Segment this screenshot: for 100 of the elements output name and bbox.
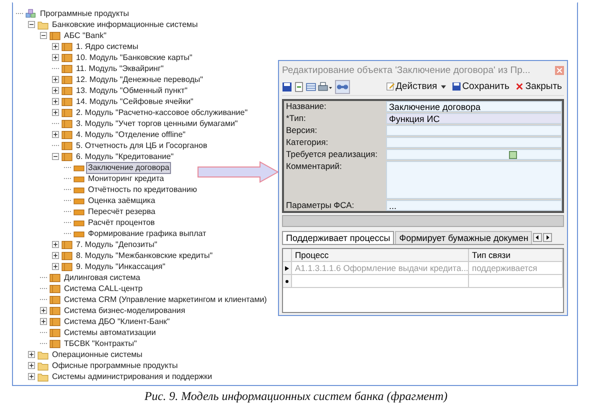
expander-icon[interactable] [52, 263, 59, 270]
expander-icon[interactable] [40, 318, 47, 325]
tree-item[interactable]: 2. Модуль "Расчетно-кассовое обслуживание" [74, 106, 250, 118]
module-icon [49, 30, 61, 40]
column-header[interactable]: Тип связи [469, 249, 563, 261]
expander-icon[interactable] [52, 98, 59, 105]
input-field[interactable] [386, 149, 562, 160]
dialog-title: Редактирование объекта 'Заключение договора' из Пр... [282, 65, 530, 76]
tree-item[interactable]: 7. Модуль "Депозиты" [74, 238, 160, 250]
expander-icon[interactable] [28, 21, 35, 28]
close-button[interactable]: Закрыть [513, 81, 564, 92]
tree-item[interactable]: Формирование графика выплат [86, 228, 208, 240]
tree-item[interactable]: Система CALL-центр [62, 282, 145, 294]
tree-item[interactable]: Системы администрирования и поддержки [50, 370, 214, 382]
module-icon [61, 118, 73, 128]
module-icon [61, 130, 73, 140]
tree-item[interactable]: 12. Модуль "Денежные переводы" [74, 74, 205, 86]
module-icon [61, 140, 73, 150]
module-icon [61, 86, 73, 96]
column-header[interactable]: Процесс [292, 249, 469, 261]
tab[interactable]: Формирует бумажные докумен [395, 231, 532, 244]
expander-icon[interactable] [28, 351, 35, 358]
field-label: Название: [285, 101, 328, 112]
folder-icon [37, 350, 49, 360]
folder-icon [37, 360, 49, 370]
expander-icon[interactable] [52, 252, 59, 259]
close-icon [515, 82, 524, 91]
table-icon[interactable] [306, 82, 316, 92]
expander-icon[interactable] [52, 43, 59, 50]
checkbox[interactable] [509, 151, 517, 159]
tree-item[interactable]: Банковские информационные системы [50, 18, 200, 30]
function-icon [73, 206, 85, 216]
actions-button[interactable]: Действия [384, 81, 448, 92]
function-icon [73, 196, 85, 206]
tree-item[interactable]: Заключение договора [86, 162, 172, 174]
input-field[interactable] [386, 161, 562, 199]
tree-item[interactable]: 6. Модуль "Кредитование" [74, 150, 176, 162]
tree-item[interactable]: 13. Модуль "Обменный пункт" [74, 84, 190, 96]
function-icon [73, 218, 85, 228]
tree-item[interactable]: Отчётность по кредитованию [86, 184, 199, 196]
expander-icon[interactable] [52, 76, 59, 83]
module-icon [61, 250, 73, 260]
scroll-right-icon[interactable] [543, 233, 552, 242]
link-icon[interactable] [335, 80, 350, 94]
module-icon [61, 74, 73, 84]
expander-icon[interactable] [28, 373, 35, 380]
module-icon [61, 262, 73, 272]
expander-icon[interactable] [52, 54, 59, 61]
figure-caption: Рис. 9. Модель информационных систем банка (фрагмент) [143, 389, 449, 404]
expander-icon[interactable] [28, 362, 35, 369]
expander-icon[interactable] [52, 153, 59, 160]
save-button[interactable]: Сохранить [450, 81, 512, 92]
function-icon [73, 162, 85, 172]
input-field[interactable] [386, 137, 562, 148]
tree-item[interactable]: Пересчёт резерва [86, 206, 158, 218]
tree-item[interactable]: Система ДБО "Клиент-Банк" [62, 316, 172, 328]
tree-item[interactable]: Мониторинг кредита [86, 172, 166, 184]
expander-icon[interactable] [52, 87, 59, 94]
tree-item[interactable]: 1. Ядро системы [74, 40, 140, 52]
tree-item[interactable]: Офисные программные продукты [50, 360, 180, 372]
module-icon [61, 52, 73, 62]
expander-icon[interactable] [40, 307, 47, 314]
tree-item[interactable]: 11. Модуль "Эквайринг" [74, 62, 166, 74]
expander-icon[interactable] [52, 109, 59, 116]
module-icon [61, 64, 73, 74]
tree-item[interactable]: Оценка заёмщика [86, 194, 158, 206]
tree-item[interactable]: 3. Модуль "Учет торгов ценными бумагами" [74, 118, 240, 130]
tree-item[interactable]: ТБСВК "Контракты" [62, 338, 139, 350]
tree-item[interactable]: Система бизнес-моделирования [62, 304, 188, 316]
save-icon[interactable] [282, 82, 292, 92]
printer-icon[interactable] [318, 82, 333, 92]
expander-icon[interactable] [40, 32, 47, 39]
input-field[interactable] [386, 125, 562, 136]
document-icon[interactable] [294, 82, 304, 92]
tree-item[interactable]: Программные продукты [38, 8, 132, 20]
tree-item[interactable]: Система CRM (Управление маркетингом и клиентами) [62, 294, 269, 306]
scroll-left-icon[interactable] [533, 233, 542, 242]
field-label: Параметры ФСА: [285, 200, 356, 211]
module-icon [61, 152, 73, 162]
tree-item[interactable]: 4. Модуль "Отделение offline" [74, 128, 188, 140]
tree-item[interactable]: 10. Модуль "Банковские карты" [74, 52, 194, 64]
expander-icon[interactable] [52, 131, 59, 138]
tree-item[interactable]: 5. Отчетность для ЦБ и Госорганов [74, 140, 210, 152]
module-icon [61, 42, 73, 52]
input-field[interactable]: Заключение договора [386, 101, 562, 112]
tree-item[interactable]: 8. Модуль "Межбанковские кредиты" [74, 250, 215, 262]
input-field[interactable]: Функция ИС [386, 113, 562, 124]
tree-item[interactable]: Дилинговая система [62, 272, 142, 284]
folder-icon [37, 372, 49, 382]
tree-item[interactable]: Операционные системы [50, 348, 144, 360]
expander-icon[interactable] [52, 241, 59, 248]
tree-item[interactable]: 14. Модуль "Сейфовые ячейки" [74, 96, 196, 108]
tree-item[interactable]: Системы автоматизации [62, 326, 158, 338]
input-field[interactable]: ... [386, 200, 562, 211]
tree-item[interactable]: 9. Модуль "Инкассация" [74, 260, 168, 272]
table-cell: А1.1.3.1.1.6 Оформление выдачи кредита... [292, 262, 469, 274]
folder-icon [37, 20, 49, 30]
tree-item[interactable]: Расчёт процентов [86, 216, 157, 228]
tab[interactable]: Поддерживает процессы [282, 231, 394, 244]
tree-item[interactable]: АБС "Bank" [62, 30, 108, 42]
